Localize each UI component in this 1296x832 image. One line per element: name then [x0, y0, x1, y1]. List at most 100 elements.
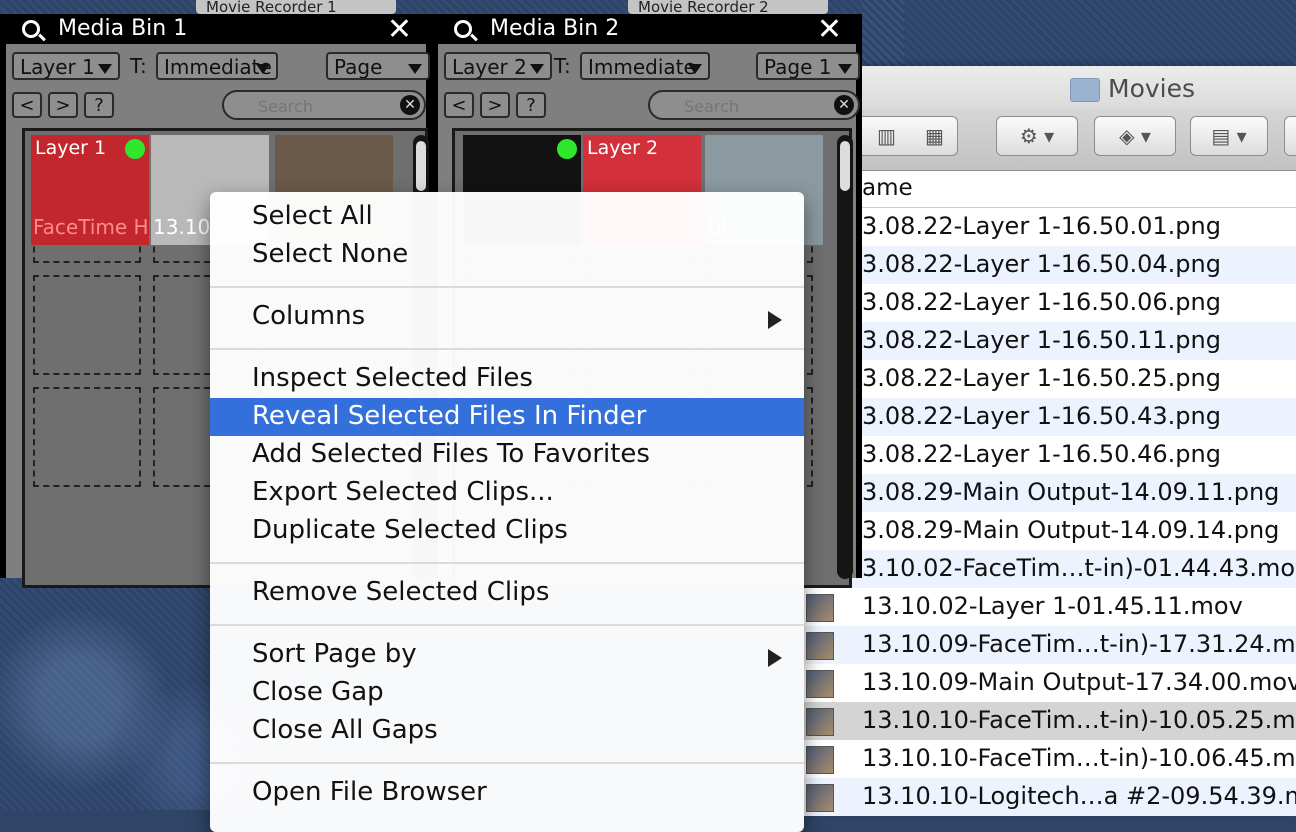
file-row[interactable]: 3.08.22-Layer 1-16.50.11.png [804, 322, 1296, 360]
search-field[interactable]: ✕ [648, 90, 860, 120]
column-view-icon[interactable]: ▥ [877, 117, 896, 155]
file-name: 3.08.22-Layer 1-16.50.01.png [862, 212, 1221, 240]
arrange-button[interactable]: ▤ ▾ [1190, 116, 1268, 156]
search-icon[interactable] [22, 20, 40, 38]
empty-clip-slot[interactable] [33, 387, 141, 487]
dropbox-icon: ◈ ▾ [1119, 124, 1151, 148]
file-row[interactable]: 3.08.22-Layer 1-16.50.04.png [804, 246, 1296, 284]
file-row[interactable]: 13.10.10-FaceTim…t-in)-10.05.25.mov [804, 702, 1296, 740]
file-row[interactable]: 13.10.10-FaceTim…t-in)-10.06.45.mov [804, 740, 1296, 778]
menu-item[interactable]: Open File Browser [210, 774, 804, 812]
finder-window: Movies ▥ ▦ ⚙ ▾ ◈ ▾ ▤ ▾ ame 3.08.22-Layer… [796, 66, 1296, 816]
menu-item[interactable]: Select None [210, 236, 804, 274]
clip-thumbnail[interactable]: Layer 1 FaceTime HD [31, 135, 149, 245]
search-icon[interactable] [454, 20, 472, 38]
file-row[interactable]: 3.08.22-Layer 1-16.50.06.png [804, 284, 1296, 322]
clear-search-icon[interactable]: ✕ [834, 95, 854, 115]
layer-select[interactable]: Layer 2 [444, 52, 552, 80]
menu-item[interactable]: Remove Selected Clips [210, 574, 804, 612]
menu-item[interactable]: Export Selected Clips... [210, 474, 804, 512]
next-page-button[interactable]: > [480, 92, 510, 118]
clip-layer-label: Layer 2 [587, 137, 659, 159]
menu-item-label: Add Selected Files To Favorites [252, 439, 650, 469]
close-icon[interactable]: ✕ [387, 12, 412, 47]
menu-separator [210, 348, 804, 350]
menu-separator [210, 762, 804, 764]
close-icon[interactable]: ✕ [817, 12, 842, 47]
search-input[interactable] [682, 94, 806, 118]
recorder-tab[interactable]: Movie Recorder 1 [196, 0, 396, 14]
file-row[interactable]: 13.10.09-Main Output-17.34.00.mov [804, 664, 1296, 702]
bin-title: Media Bin 2 [490, 16, 620, 41]
file-row[interactable]: 3.08.29-Main Output-14.09.11.png [804, 474, 1296, 512]
file-name: 13.10.10-Logitech…a #2-09.54.39.mov [862, 782, 1296, 810]
menu-item[interactable]: Close Gap [210, 674, 804, 712]
submenu-arrow-icon [768, 649, 782, 667]
page-select-label: Page [334, 55, 383, 79]
chevron-down-icon [408, 64, 422, 74]
file-row[interactable]: 3.08.22-Layer 1-16.50.01.png [804, 208, 1296, 246]
submenu-arrow-icon [768, 311, 782, 329]
next-page-button[interactable]: > [48, 92, 78, 118]
empty-clip-slot[interactable] [33, 275, 141, 375]
file-row[interactable]: 3.08.22-Layer 1-16.50.43.png [804, 398, 1296, 436]
menu-item-label: Select None [252, 239, 409, 269]
coverflow-view-icon[interactable]: ▦ [925, 117, 944, 155]
scrollbar-thumb[interactable] [416, 141, 426, 191]
file-name: 3.08.29-Main Output-14.09.14.png [862, 516, 1280, 544]
menu-item[interactable]: Select All [210, 198, 804, 236]
menu-item[interactable]: Inspect Selected Files [210, 360, 804, 398]
movie-thumbnail-icon [806, 784, 834, 812]
chevron-down-icon [530, 64, 544, 74]
file-name: 13.10.02-Layer 1-01.45.11.mov [862, 592, 1243, 620]
file-row[interactable]: 3.08.22-Layer 1-16.50.25.png [804, 360, 1296, 398]
movie-thumbnail-icon [806, 746, 834, 774]
menu-item-label: Select All [252, 201, 373, 231]
column-header-label: ame [862, 175, 913, 201]
context-menu: Select All Select None Columns Inspect Sele… [210, 192, 804, 832]
menu-item[interactable]: Add Selected Files To Favorites [210, 436, 804, 474]
file-name: 3.10.02-FaceTim…t-in)-01.44.43.mov [862, 554, 1296, 582]
desktop-background [862, 0, 904, 70]
previous-page-button[interactable]: < [444, 92, 474, 118]
menu-item-label: Sort Page by [252, 639, 417, 669]
name-column-header[interactable]: ame [804, 171, 1296, 208]
scrollbar-thumb[interactable] [840, 141, 850, 191]
search-field[interactable]: ✕ [222, 90, 426, 120]
file-row[interactable]: 13.10.09-FaceTim…t-in)-17.31.24.mov [804, 626, 1296, 664]
file-row[interactable]: 13.10.10-Logitech…a #2-09.54.39.mov [804, 778, 1296, 816]
menu-item-label: Close Gap [252, 677, 384, 707]
file-row[interactable]: 3.08.22-Layer 1-16.50.46.png [804, 436, 1296, 474]
page-select[interactable]: Page 1 [756, 52, 860, 80]
previous-page-button[interactable]: < [12, 92, 42, 118]
file-row[interactable]: 3.08.29-Main Output-14.09.14.png [804, 512, 1296, 550]
movie-thumbnail-icon [806, 708, 834, 736]
file-name: 3.08.22-Layer 1-16.50.11.png [862, 326, 1221, 354]
menu-item[interactable]: Columns [210, 298, 804, 336]
trigger-mode-select[interactable]: Immediate [156, 52, 278, 80]
chevron-down-icon [838, 64, 852, 74]
movie-thumbnail-icon [806, 670, 834, 698]
help-button[interactable]: ? [516, 92, 546, 118]
recorder-tab[interactable]: Movie Recorder 2 [628, 0, 828, 14]
chevron-down-icon [688, 64, 702, 74]
menu-item[interactable]: Duplicate Selected Clips [210, 512, 804, 550]
page-select[interactable]: Page [326, 52, 430, 80]
file-row[interactable]: 13.10.02-Layer 1-01.45.11.mov [804, 588, 1296, 626]
help-button[interactable]: ? [84, 92, 114, 118]
dropbox-button[interactable]: ◈ ▾ [1094, 116, 1176, 156]
active-indicator-icon [125, 139, 145, 159]
action-button[interactable]: ⚙ ▾ [996, 116, 1078, 156]
search-input[interactable] [256, 94, 380, 118]
trigger-mode-select[interactable]: Immediate [580, 52, 710, 80]
menu-item[interactable]: Close All Gaps [210, 712, 804, 750]
file-row[interactable]: 3.10.02-FaceTim…t-in)-01.44.43.mov [804, 550, 1296, 588]
menu-item[interactable]: Reveal Selected Files In Finder [210, 398, 804, 436]
scrollbar[interactable] [837, 135, 853, 579]
layer-select[interactable]: Layer 1 [12, 52, 120, 80]
menu-item[interactable]: Sort Page by [210, 636, 804, 674]
toolbar-button[interactable] [1284, 116, 1296, 156]
menu-item-label: Inspect Selected Files [252, 363, 533, 393]
page-select-label: Page 1 [764, 55, 832, 79]
clear-search-icon[interactable]: ✕ [400, 95, 420, 115]
